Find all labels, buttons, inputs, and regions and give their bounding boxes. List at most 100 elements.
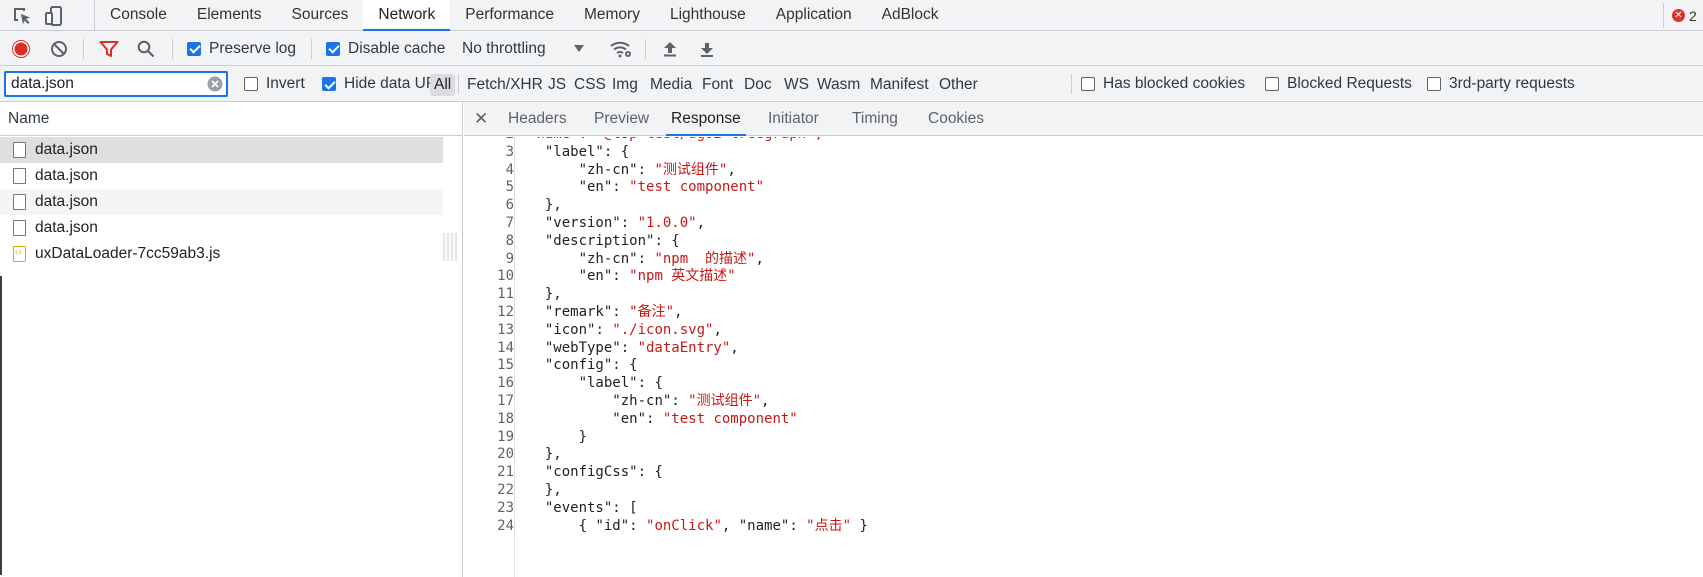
request-row[interactable]: data.json [0,163,443,189]
code-line: 8 "description": { [464,232,680,251]
preserve-log-label: Preserve log [209,39,297,57]
checkbox-unchecked-icon [1081,77,1095,91]
response-body[interactable]: 2"name": "@tsp-test/ugo2-treegraph",3 "l… [464,137,1703,577]
filter-funnel-icon[interactable] [99,31,119,66]
detail-tab-timing[interactable]: Timing [852,102,898,136]
filter-type-manifest[interactable]: Manifest [870,74,929,96]
detail-tab-headers[interactable]: Headers [508,102,567,136]
code-line: 15 "config": { [464,356,637,375]
request-row[interactable]: uxDataLoader-7cc59ab3.js [0,241,443,267]
filter-type-wasm[interactable]: Wasm [817,74,860,96]
line-number: 12 [497,304,514,320]
third-party-checkbox[interactable]: 3rd-party requests [1427,66,1575,102]
filter-type-fetch-xhr[interactable]: Fetch/XHR [467,74,543,96]
tab-performance[interactable]: Performance [450,0,569,31]
line-content: }, [528,482,562,498]
tab-sources[interactable]: Sources [277,0,364,31]
checkbox-checked-icon [187,41,201,56]
request-name: data.json [35,219,98,236]
line-content: "version": "1.0.0", [544,215,706,231]
detail-tab-preview[interactable]: Preview [594,102,649,136]
detail-tab-initiator[interactable]: Initiator [768,102,819,136]
detail-tab-response[interactable]: Response [666,102,746,136]
filter-input[interactable] [6,73,196,95]
throttling-select[interactable]: No throttling [462,31,584,66]
request-row[interactable]: data.json [0,215,443,241]
inspect-element-icon[interactable] [10,4,34,28]
line-content: "remark": "备注", [544,304,683,320]
throttling-value: No throttling [462,39,546,57]
detail-tab-cookies[interactable]: Cookies [928,102,984,136]
line-content: "en": "npm 英文描述" [578,268,736,285]
close-icon[interactable]: ✕ [474,102,488,136]
filter-type-font[interactable]: Font [702,74,733,96]
filter-type-media[interactable]: Media [650,74,692,96]
line-content: "icon": "./icon.svg", [544,321,722,338]
error-counter[interactable]: ✕ 2 [1663,3,1703,28]
filter-type-all[interactable]: All [430,74,456,96]
request-row[interactable]: data.json [0,189,443,215]
line-number: 15 [497,357,514,374]
code-line: 22 }, [464,481,562,500]
search-icon[interactable] [137,31,155,66]
line-number: 21 [497,464,514,481]
tab-network[interactable]: Network [363,0,451,31]
script-file-icon [13,246,26,262]
panel-tabs: Console Elements Sources Network Performance… [94,0,954,31]
line-content: }, [528,197,562,214]
document-file-icon [13,168,26,184]
line-number: 3 [505,143,514,160]
disable-cache-checkbox[interactable]: Disable cache [326,31,445,66]
filter-type-doc[interactable]: Doc [744,74,772,96]
tab-application[interactable]: Application [761,0,867,31]
code-line: 11 }, [464,285,562,304]
line-content: "zh-cn": "npm 的描述", [578,250,764,267]
document-file-icon [13,142,26,158]
line-number: 9 [505,250,514,267]
chevron-down-icon [573,44,584,52]
line-content: { "id": "onClick", "name": "点击" } [528,517,868,534]
record-button[interactable] [12,31,30,66]
filter-type-css[interactable]: CSS [574,74,606,96]
network-conditions-icon[interactable] [609,31,633,66]
error-icon: ✕ [1672,9,1685,22]
filter-type-other[interactable]: Other [939,74,978,96]
code-line: 14 "webType": "dataEntry", [464,339,739,358]
checkbox-unchecked-icon [244,77,258,91]
line-number: 14 [497,339,514,356]
filter-type-img[interactable]: Img [612,74,638,96]
line-number: 5 [505,179,514,196]
import-har-icon[interactable] [661,31,679,66]
code-line: 17 "zh-cn": "测试组件", [464,392,769,411]
line-number: 18 [497,410,514,427]
line-number: 19 [497,428,514,445]
tab-adblock[interactable]: AdBlock [867,0,954,31]
blocked-requests-checkbox[interactable]: Blocked Requests [1265,66,1412,102]
invert-checkbox[interactable]: Invert [244,66,305,102]
has-blocked-cookies-checkbox[interactable]: Has blocked cookies [1081,66,1245,102]
code-line: 12 "remark": "备注", [464,303,682,322]
filter-bar: Invert Hide data URLs AllFetch/XHRJSCSSI… [0,66,1703,102]
filter-input-box[interactable] [4,71,228,97]
clear-filter-icon[interactable] [207,76,223,92]
clear-icon-button[interactable] [50,31,68,66]
line-number: 23 [497,499,514,516]
document-file-icon [13,194,26,210]
tab-lighthouse[interactable]: Lighthouse [655,0,761,31]
tab-memory[interactable]: Memory [569,0,655,31]
request-row[interactable]: data.json [0,137,443,163]
device-toolbar-icon[interactable] [43,4,67,28]
export-har-icon[interactable] [698,31,716,66]
code-line: 16 "label": { [464,374,663,393]
tab-elements[interactable]: Elements [182,0,277,31]
preserve-log-checkbox[interactable]: Preserve log [187,31,296,66]
tab-console[interactable]: Console [95,0,182,31]
request-name: data.json [35,167,98,184]
filter-type-ws[interactable]: WS [784,74,809,96]
network-toolbar: Preserve log Disable cache No throttling [0,31,1703,66]
name-column-header[interactable]: Name [0,102,443,136]
request-name: uxDataLoader-7cc59ab3.js [35,245,221,262]
request-detail-pane: ✕ Headers Preview Response Initiator Timing C… [464,102,1703,577]
filter-type-js[interactable]: JS [548,74,566,96]
code-line: 19 } [464,428,587,447]
